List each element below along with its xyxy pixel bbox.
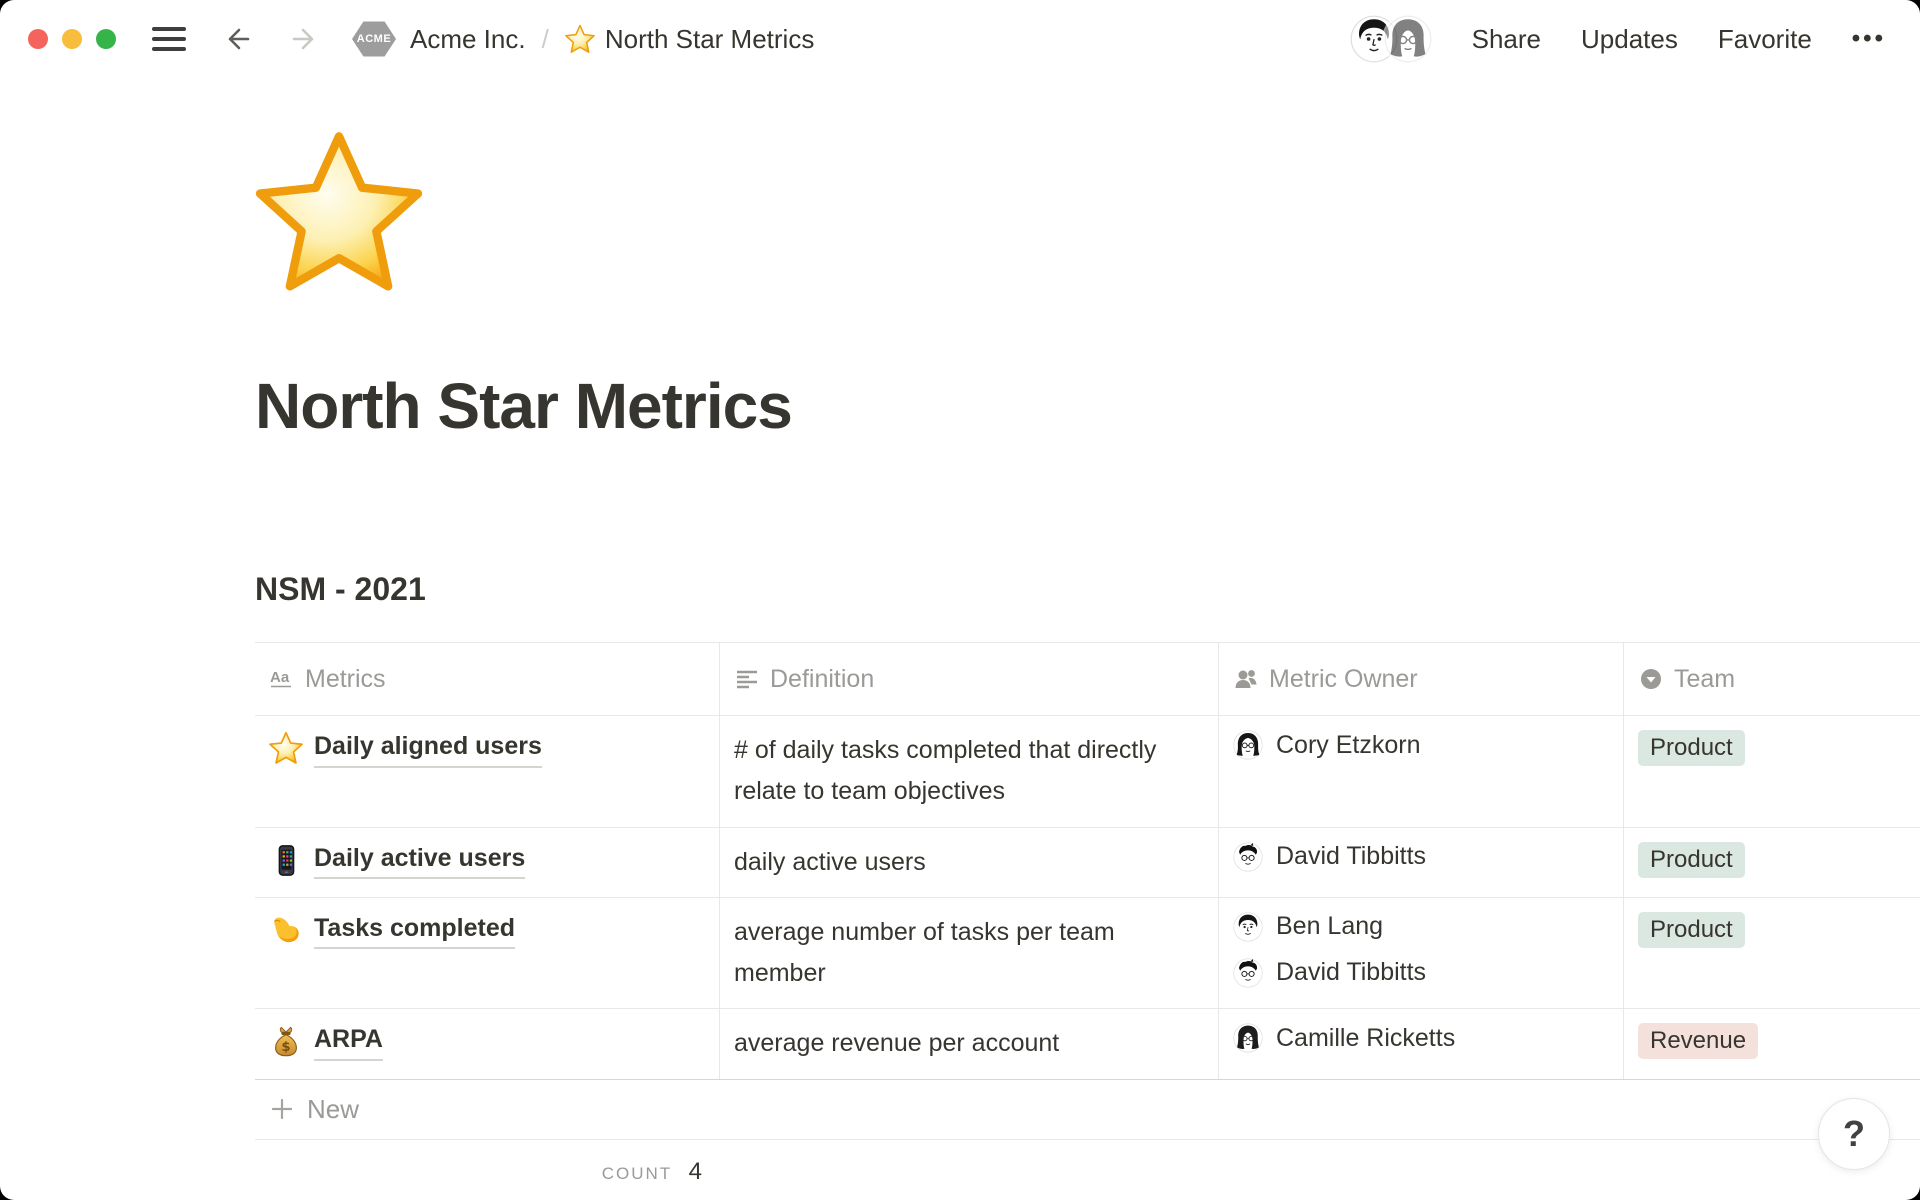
breadcrumb-separator: /	[542, 24, 549, 55]
question-mark-icon: ?	[1843, 1113, 1865, 1155]
metric-owner-cell[interactable]: David Tibbitts	[1219, 828, 1624, 897]
collaborator-avatars[interactable]	[1350, 15, 1432, 63]
definition-cell[interactable]: daily active users	[720, 828, 1219, 897]
flexed-biceps-emoji-icon	[269, 913, 303, 947]
arrow-left-icon	[222, 24, 252, 54]
avatar-david-tibbitts	[1233, 842, 1263, 872]
star-emoji-icon	[269, 731, 303, 765]
plus-icon	[269, 1096, 295, 1122]
sidebar-toggle-menu-icon[interactable]	[152, 27, 186, 51]
collaborator-avatar	[1384, 15, 1432, 63]
team-tag: Product	[1638, 730, 1745, 766]
table-header-row: Aa Metrics Definition	[255, 642, 1920, 716]
count-value: 4	[689, 1158, 702, 1185]
avatar-david-tibbitts	[1233, 958, 1263, 988]
team-cell[interactable]: Product	[1624, 828, 1920, 897]
app-window: ACME Acme Inc. / North Star Metrics Shar…	[0, 0, 1920, 1200]
page-title[interactable]: North Star Metrics	[255, 369, 1920, 443]
column-calculation[interactable]: COUNT 4	[255, 1140, 720, 1186]
metric-page-link[interactable]: ARPA	[255, 1009, 720, 1078]
updates-button[interactable]: Updates	[1581, 24, 1678, 55]
team-cell[interactable]: Revenue	[1624, 1009, 1920, 1078]
metric-owner-cell[interactable]: Cory Etzkorn	[1219, 716, 1624, 827]
table-row: ARPA average revenue per account Camille…	[255, 1009, 1920, 1079]
breadcrumb: ACME Acme Inc. / North Star Metrics	[352, 20, 814, 58]
title-bar: ACME Acme Inc. / North Star Metrics Shar…	[0, 0, 1920, 78]
column-header-metric-owner[interactable]: Metric Owner	[1219, 643, 1624, 715]
text-property-icon	[734, 666, 760, 692]
acme-logo: ACME	[352, 20, 396, 58]
table-row: Daily active users daily active users Da…	[255, 828, 1920, 898]
breadcrumb-workspace[interactable]: ACME Acme Inc.	[352, 20, 526, 58]
share-button[interactable]: Share	[1472, 24, 1541, 55]
arrow-right-icon	[290, 24, 320, 54]
breadcrumb-workspace-label: Acme Inc.	[410, 24, 526, 55]
avatar-ben-lang	[1233, 912, 1263, 942]
definition-cell[interactable]: average revenue per account	[720, 1009, 1219, 1078]
breadcrumb-page[interactable]: North Star Metrics	[565, 24, 815, 55]
page-content: North Star Metrics NSM - 2021 Aa Metrics	[0, 78, 1920, 1186]
mobile-phone-emoji-icon	[269, 843, 303, 877]
owner-chip: David Tibbitts	[1233, 958, 1607, 988]
close-window-button[interactable]	[28, 29, 48, 49]
metric-page-link[interactable]: Tasks completed	[255, 898, 720, 1009]
star-emoji-icon	[565, 24, 595, 54]
owner-chip: David Tibbitts	[1233, 842, 1607, 872]
team-tag: Product	[1638, 842, 1745, 878]
metric-page-link[interactable]: Daily aligned users	[255, 716, 720, 827]
money-bag-emoji-icon	[269, 1024, 303, 1058]
team-cell[interactable]: Product	[1624, 716, 1920, 827]
team-tag: Product	[1638, 912, 1745, 948]
minimize-window-button[interactable]	[62, 29, 82, 49]
column-header-metrics[interactable]: Aa Metrics	[255, 643, 720, 715]
favorite-button[interactable]: Favorite	[1718, 24, 1812, 55]
svg-text:Aa: Aa	[270, 669, 290, 686]
section-heading[interactable]: NSM - 2021	[255, 571, 1920, 608]
database-table: Aa Metrics Definition	[255, 642, 1920, 1186]
owner-chip: Cory Etzkorn	[1233, 730, 1607, 760]
window-controls	[28, 29, 116, 49]
column-header-definition[interactable]: Definition	[720, 643, 1219, 715]
help-button[interactable]: ?	[1818, 1098, 1890, 1170]
count-label: COUNT	[602, 1164, 672, 1183]
page-icon-star-emoji[interactable]	[255, 128, 423, 296]
select-property-icon	[1638, 666, 1664, 692]
metric-owner-cell[interactable]: Ben Lang David Tibbitts	[1219, 898, 1624, 1009]
new-row-button[interactable]: New	[255, 1080, 1920, 1140]
zoom-window-button[interactable]	[96, 29, 116, 49]
owner-chip: Camille Ricketts	[1233, 1023, 1607, 1053]
forward-button[interactable]	[288, 22, 322, 56]
definition-cell[interactable]: # of daily tasks completed that directly…	[720, 716, 1219, 827]
owner-chip: Ben Lang	[1233, 912, 1607, 942]
table-row: Tasks completed average number of tasks …	[255, 898, 1920, 1010]
more-options-button[interactable]: •••	[1852, 25, 1886, 53]
back-button[interactable]	[220, 22, 254, 56]
metric-owner-cell[interactable]: Camille Ricketts	[1219, 1009, 1624, 1078]
metric-page-link[interactable]: Daily active users	[255, 828, 720, 897]
person-property-icon	[1233, 666, 1259, 692]
topbar-actions: Share Updates Favorite •••	[1350, 15, 1886, 63]
column-header-team[interactable]: Team	[1624, 643, 1920, 715]
team-tag: Revenue	[1638, 1023, 1758, 1059]
definition-cell[interactable]: average number of tasks per team member	[720, 898, 1219, 1009]
table-row: Daily aligned users # of daily tasks com…	[255, 716, 1920, 828]
avatar-cory-etzkorn	[1233, 730, 1263, 760]
breadcrumb-page-label: North Star Metrics	[605, 24, 815, 55]
title-property-icon: Aa	[269, 666, 295, 692]
avatar-camille-ricketts	[1233, 1023, 1263, 1053]
team-cell[interactable]: Product	[1624, 898, 1920, 1009]
